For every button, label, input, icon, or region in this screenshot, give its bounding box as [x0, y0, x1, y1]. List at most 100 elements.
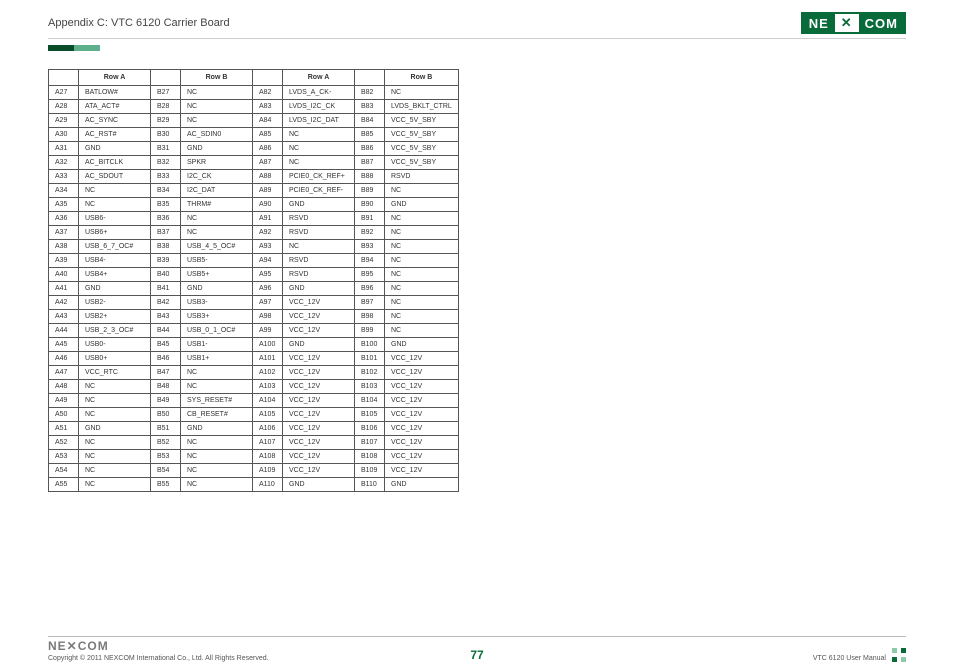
signal-cell: GND: [283, 198, 355, 212]
pin-cell: A42: [49, 296, 79, 310]
signal-cell: USB6+: [79, 226, 151, 240]
signal-cell: GND: [79, 142, 151, 156]
pin-cell: B108: [355, 450, 385, 464]
signal-cell: VCC_12V: [385, 408, 459, 422]
signal-cell: VCC_5V_SBY: [385, 156, 459, 170]
signal-cell: NC: [181, 226, 253, 240]
table-row: A33AC_SDOUTB33I2C_CKA88PCIE0_CK_REF+B88R…: [49, 170, 459, 184]
signal-cell: AC_BITCLK: [79, 156, 151, 170]
pin-cell: B97: [355, 296, 385, 310]
signal-cell: NC: [385, 184, 459, 198]
signal-cell: NC: [181, 86, 253, 100]
header-spacer: [151, 70, 181, 86]
signal-cell: PCIE0_CK_REF+: [283, 170, 355, 184]
pin-cell: A101: [253, 352, 283, 366]
header-spacer: [355, 70, 385, 86]
signal-cell: NC: [181, 436, 253, 450]
table-row: A55NCB55NCA110GNDB110GND: [49, 478, 459, 492]
pin-cell: B104: [355, 394, 385, 408]
table-row: A34NCB34I2C_DATA89PCIE0_CK_REF-B89NC: [49, 184, 459, 198]
footer-right: VTC 6120 User Manual: [813, 648, 906, 662]
signal-cell: VCC_12V: [283, 408, 355, 422]
footer-left: NE✕COM Copyright © 2011 NEXCOM Internati…: [48, 639, 269, 662]
pin-cell: B31: [151, 142, 181, 156]
pin-cell: A93: [253, 240, 283, 254]
signal-cell: VCC_12V: [385, 380, 459, 394]
pin-cell: A99: [253, 324, 283, 338]
pin-cell: A86: [253, 142, 283, 156]
pin-cell: A34: [49, 184, 79, 198]
signal-cell: NC: [385, 310, 459, 324]
pin-cell: A45: [49, 338, 79, 352]
pin-cell: B42: [151, 296, 181, 310]
page-title: Appendix C: VTC 6120 Carrier Board: [48, 17, 230, 29]
signal-cell: USB5-: [181, 254, 253, 268]
pin-cell: A48: [49, 380, 79, 394]
pin-cell: B41: [151, 282, 181, 296]
header-rule-wrap: [0, 38, 954, 51]
pin-cell: B39: [151, 254, 181, 268]
signal-cell: NC: [385, 324, 459, 338]
pin-cell: A43: [49, 310, 79, 324]
pin-cell: A27: [49, 86, 79, 100]
pin-cell: A40: [49, 268, 79, 282]
signal-cell: VCC_12V: [283, 324, 355, 338]
signal-cell: CB_RESET#: [181, 408, 253, 422]
signal-cell: I2C_DAT: [181, 184, 253, 198]
signal-cell: USB_4_5_OC#: [181, 240, 253, 254]
signal-cell: RSVD: [283, 226, 355, 240]
pin-cell: A105: [253, 408, 283, 422]
signal-cell: VCC_12V: [385, 352, 459, 366]
signal-cell: VCC_12V: [283, 436, 355, 450]
pin-cell: B28: [151, 100, 181, 114]
signal-cell: VCC_12V: [385, 464, 459, 478]
accent-dark: [48, 45, 74, 51]
table-row: A45USB0-B45USB1-A100GNDB100GND: [49, 338, 459, 352]
pin-cell: B40: [151, 268, 181, 282]
pin-cell: A50: [49, 408, 79, 422]
signal-cell: VCC_12V: [283, 422, 355, 436]
pin-cell: A103: [253, 380, 283, 394]
signal-cell: LVDS_I2C_DAT: [283, 114, 355, 128]
pin-cell: B92: [355, 226, 385, 240]
table-row: A27BATLOW#B27NCA82LVDS_A_CK-B82NC: [49, 86, 459, 100]
pin-cell: B89: [355, 184, 385, 198]
pin-cell: B86: [355, 142, 385, 156]
signal-cell: USB_6_7_OC#: [79, 240, 151, 254]
pin-cell: A37: [49, 226, 79, 240]
table-row: A28ATA_ACT#B28NCA83LVDS_I2C_CKB83LVDS_BK…: [49, 100, 459, 114]
logo-seg-com: COM: [859, 14, 904, 32]
footer-mark-icon: [892, 648, 906, 662]
signal-cell: VCC_12V: [283, 310, 355, 324]
col-header-row-b2: Row B: [385, 70, 459, 86]
table-row: A32AC_BITCLKB32SPKRA87NCB87VCC_5V_SBY: [49, 156, 459, 170]
signal-cell: RSVD: [385, 170, 459, 184]
pin-cell: A106: [253, 422, 283, 436]
pin-cell: A55: [49, 478, 79, 492]
pin-cell: B46: [151, 352, 181, 366]
pin-cell: B32: [151, 156, 181, 170]
signal-cell: USB0+: [79, 352, 151, 366]
signal-cell: NC: [181, 450, 253, 464]
pin-cell: B91: [355, 212, 385, 226]
signal-cell: GND: [283, 338, 355, 352]
signal-cell: PCIE0_CK_REF-: [283, 184, 355, 198]
pin-cell: A49: [49, 394, 79, 408]
pin-table-body: A27BATLOW#B27NCA82LVDS_A_CK-B82NCA28ATA_…: [49, 86, 459, 492]
pin-cell: A109: [253, 464, 283, 478]
pin-cell: A107: [253, 436, 283, 450]
pin-cell: A32: [49, 156, 79, 170]
signal-cell: NC: [283, 156, 355, 170]
signal-cell: VCC_12V: [385, 450, 459, 464]
table-row: A52NCB52NCA107VCC_12VB107VCC_12V: [49, 436, 459, 450]
pin-cell: B96: [355, 282, 385, 296]
pin-cell: A91: [253, 212, 283, 226]
pin-cell: A92: [253, 226, 283, 240]
signal-cell: NC: [181, 366, 253, 380]
header-rule: [48, 38, 906, 39]
pin-cell: B54: [151, 464, 181, 478]
pin-cell: B93: [355, 240, 385, 254]
signal-cell: LVDS_A_CK-: [283, 86, 355, 100]
signal-cell: LVDS_I2C_CK: [283, 100, 355, 114]
logo-seg-x: ✕: [835, 14, 859, 32]
